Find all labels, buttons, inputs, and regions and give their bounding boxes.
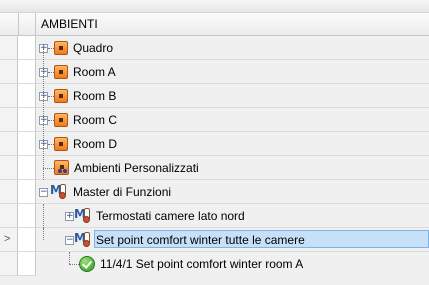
tree-item-label: Termostati camere lato nord — [96, 209, 245, 223]
grid-top-bar — [0, 0, 429, 12]
row-selector[interactable] — [0, 252, 18, 276]
tree-item-label: 11/4/1 Set point comfort winter room A — [100, 257, 304, 271]
tree-connector — [43, 48, 44, 180]
tree-row-set-point-comfort-winter-tutte[interactable]: − M Set point comfort winter tutte le ca… — [36, 228, 429, 252]
tree-item-label: Quadro — [73, 41, 114, 55]
tree-row-room-b[interactable]: + Room B — [36, 84, 429, 108]
indent-cell — [18, 180, 36, 204]
indent-cell — [18, 108, 36, 132]
indent-cell — [18, 156, 36, 180]
header-separator — [35, 13, 36, 36]
indent-cell — [18, 204, 36, 228]
row-selector-header — [0, 13, 19, 36]
row-selector[interactable] — [0, 84, 18, 108]
function-master-icon: M — [74, 207, 92, 223]
tree-row-room-a[interactable]: + Room A — [36, 60, 429, 84]
function-master-icon: M — [74, 231, 92, 247]
function-master-icon: M — [50, 183, 68, 199]
row-selector[interactable] — [0, 132, 18, 156]
row-selector-current[interactable]: > — [0, 228, 18, 252]
indent-cell — [18, 252, 36, 276]
indent-cell — [18, 228, 36, 252]
row-selector[interactable] — [0, 204, 18, 228]
column-header-ambienti[interactable]: AMBIENTI — [41, 17, 98, 31]
expand-icon[interactable]: + — [65, 212, 74, 221]
collapse-icon[interactable]: − — [39, 188, 48, 197]
tree-item-label: Room C — [73, 113, 118, 127]
indent-cell — [18, 132, 36, 156]
row-selector[interactable] — [0, 36, 18, 60]
tree-row-11-4-1[interactable]: 11/4/1 Set point comfort winter room A — [36, 252, 429, 276]
collapse-icon[interactable]: − — [65, 236, 74, 245]
room-icon — [54, 89, 68, 103]
indent-cell — [18, 60, 36, 84]
row-selector[interactable] — [0, 60, 18, 84]
current-row-marker: > — [4, 233, 11, 245]
room-icon — [54, 113, 68, 127]
room-icon — [54, 137, 68, 151]
tree-row-termostati-camere-lato-nord[interactable]: + M Termostati camere lato nord — [36, 204, 429, 228]
check-icon — [79, 256, 95, 272]
tree-item-label: Ambienti Personalizzati — [74, 161, 199, 175]
tree-item-label: Room B — [73, 89, 117, 103]
tree-row-ambienti-personalizzati[interactable]: Ambienti Personalizzati — [36, 156, 429, 180]
row-selector[interactable] — [0, 108, 18, 132]
tree-row-master-di-funzioni[interactable]: − M Master di Funzioni — [36, 180, 429, 204]
room-icon — [54, 65, 68, 79]
custom-rooms-icon — [54, 160, 69, 175]
tree-item-label: Room A — [73, 65, 116, 79]
tree-item-label: Master di Funzioni — [73, 185, 172, 199]
row-selector[interactable] — [0, 156, 18, 180]
indent-cell — [18, 84, 36, 108]
indent-cell — [18, 36, 36, 60]
tree-row-quadro[interactable]: + Quadro — [36, 36, 429, 60]
grid-header: AMBIENTI — [0, 12, 429, 36]
tree-item-label: Set point comfort winter tutte le camere — [96, 233, 305, 247]
tree-row-room-d[interactable]: + Room D — [36, 132, 429, 156]
tree-item-label: Room D — [73, 137, 118, 151]
tree-row-room-c[interactable]: + Room C — [36, 108, 429, 132]
row-selector[interactable] — [0, 180, 18, 204]
room-icon — [54, 41, 68, 55]
